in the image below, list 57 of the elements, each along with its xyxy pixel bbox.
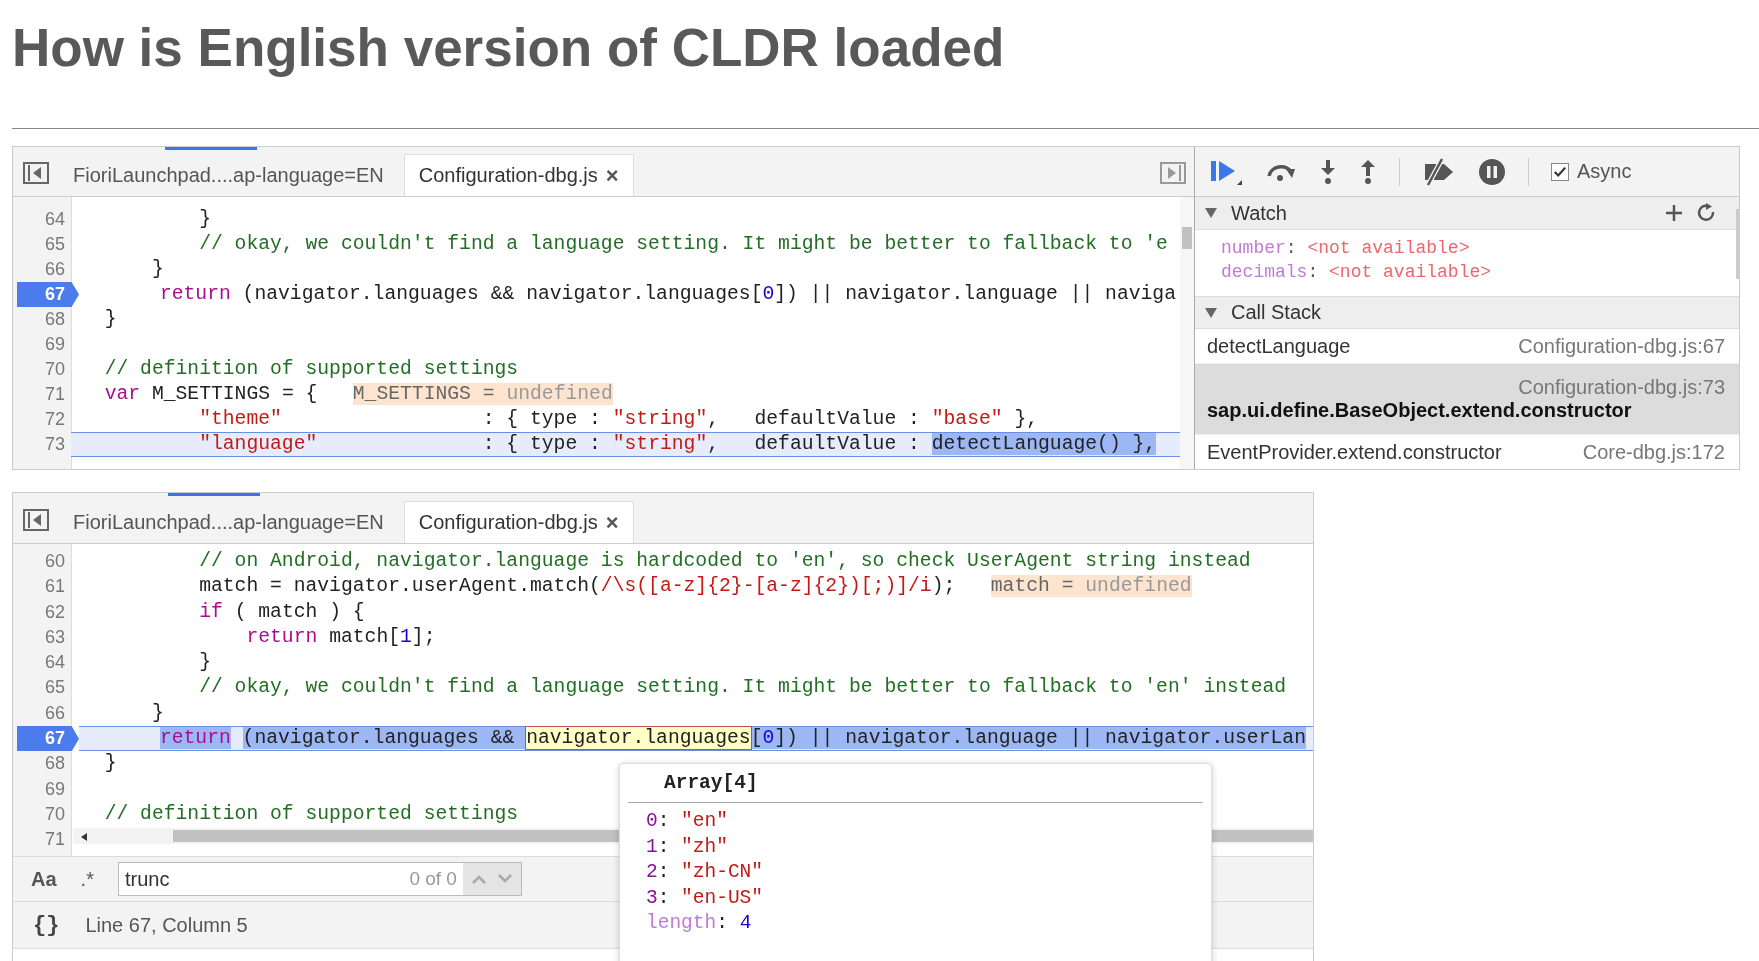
- array-entry: 1: "zh": [646, 834, 729, 860]
- array-entry: 3: "en-US": [646, 885, 765, 911]
- breakpoint-marker: 67: [17, 726, 79, 752]
- line-number: 68: [43, 308, 66, 331]
- code-line: }: [198, 207, 211, 232]
- line-number: 60: [43, 550, 66, 573]
- watch-expression: number: <not available>: [1221, 237, 1471, 260]
- line-number: 70: [43, 802, 66, 826]
- code-line: if ( match ) {: [198, 599, 365, 625]
- function-name: detectLanguage: [1207, 334, 1351, 358]
- line-number: 71: [43, 383, 66, 406]
- source-location: Configuration-dbg.js:73: [1518, 376, 1725, 399]
- code-line: // on Android, navigator.language is hardcoded to 'en', so check UserAgent string instead: [198, 549, 1251, 574]
- code-line: }: [103, 751, 117, 777]
- line-number: 62: [43, 600, 66, 624]
- breakpoint-marker: 67: [17, 282, 79, 307]
- function-name: EventProvider.extend.constructor: [1207, 440, 1502, 464]
- line-number: 63: [43, 625, 66, 649]
- slide-title: How is English version of CLDR loaded: [12, 17, 1006, 79]
- line-number: 65: [43, 676, 66, 700]
- line-number: 65: [43, 233, 66, 256]
- line-number: 69: [43, 777, 66, 801]
- watch-expression: decimals: <not available>: [1221, 261, 1493, 284]
- line-number: 68: [43, 752, 66, 776]
- code-line: "theme" : { type : "string", defaultValue : "base" },: [198, 407, 1039, 432]
- code-line: return match[1];: [245, 624, 436, 650]
- source-location: Configuration-dbg.js:67: [1518, 334, 1725, 358]
- line-number: 73: [43, 433, 66, 456]
- line-number: 69: [43, 333, 66, 356]
- function-name: sap.ui.define.BaseObject.extend.constructor: [1207, 399, 1633, 422]
- code-line: var M_SETTINGS = { M_SETTINGS = undefined: [103, 382, 613, 407]
- source-location: Core-dbg.js:172: [1582, 440, 1725, 464]
- code-line: // okay, we couldn't find a language setting. It might be better to fallback to 'en' instead: [198, 675, 1287, 701]
- array-entry: 2: "zh-CN": [646, 860, 765, 885]
- line-number: 72: [43, 408, 66, 431]
- line-number: 66: [43, 701, 66, 725]
- popover-title: Array[4]: [628, 764, 1203, 803]
- line-number: 61: [43, 575, 66, 599]
- line-number: 70: [43, 358, 66, 381]
- line-number: 71: [43, 828, 66, 852]
- line-number: 64: [43, 208, 66, 231]
- code-line: }: [103, 307, 117, 332]
- line-number: 66: [43, 258, 66, 281]
- line-number: 64: [43, 651, 66, 675]
- code-line: // definition of supported settings: [103, 801, 519, 827]
- code-line: // okay, we couldn't find a language setting. It might be better to fallback to 'e: [198, 232, 1168, 257]
- async-label: Async: [1577, 160, 1632, 183]
- array-entry: length: 4: [646, 911, 753, 936]
- code-line: }: [150, 700, 164, 726]
- code-line: // definition of supported settings: [103, 357, 519, 382]
- match-count: 0 of 0: [409, 868, 458, 890]
- cursor-position: Line 67, Column 5: [85, 913, 248, 937]
- code-line: return (navigator.languages && navigator.languages[0]) || navigator.language || naviga: [158, 282, 1176, 307]
- code-line: }: [198, 650, 211, 676]
- code-line: }: [150, 257, 164, 282]
- code-line: match = navigator.userAgent.match(/\s([a-z]{2}-[a-z]{2})[;)]/i); match = undefined: [198, 574, 1192, 600]
- array-entry: 0: "en": [646, 809, 729, 834]
